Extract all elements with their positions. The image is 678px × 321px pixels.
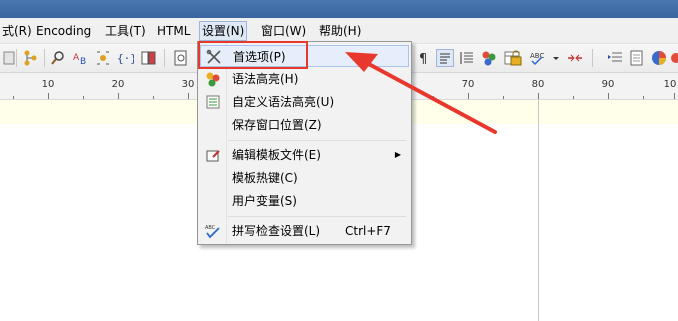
ruler-tick <box>573 96 574 99</box>
toolbar-separator <box>592 49 593 67</box>
menu-item-user-variables[interactable]: 用户变量(S) <box>200 190 409 212</box>
menu-item-edit-template[interactable]: 编辑模板文件(E) ▶ <box>200 144 409 166</box>
menu-tools[interactable]: 工具(T) <box>103 22 148 40</box>
svg-text:B: B <box>80 57 86 67</box>
menu-item-label: 保存窗口位置(Z) <box>232 118 322 132</box>
ruler-tick <box>118 93 119 99</box>
settings-dropdown-menu: 首选项(P) 语法高亮(H) 自定义语法高亮(U) 保存窗口位置(Z) 编辑模板… <box>197 41 412 245</box>
menu-item-custom-syntax-highlight[interactable]: 自定义语法高亮(U) <box>200 91 409 113</box>
window-title-bar <box>0 0 678 18</box>
ruler-tick <box>503 96 504 99</box>
tree-icon[interactable] <box>22 49 40 67</box>
menu-item-syntax-highlight[interactable]: 语法高亮(H) <box>200 68 409 90</box>
ruler-tick <box>433 96 434 99</box>
edit-template-icon <box>205 147 221 163</box>
svg-text:A: A <box>73 53 80 63</box>
color-wheel-icon[interactable] <box>650 49 668 67</box>
menu-item-label: 自定义语法高亮(U) <box>232 95 335 109</box>
ruler-tick <box>674 93 675 99</box>
menu-separator <box>228 140 406 141</box>
svg-text:¶: ¶ <box>419 52 427 67</box>
ruler-tick <box>153 96 154 99</box>
svg-text:{·}: {·} <box>117 52 134 65</box>
menu-item-label: 用户变量(S) <box>232 194 297 208</box>
line-numbers-icon[interactable] <box>458 49 476 67</box>
menu-format[interactable]: 式(R) <box>0 22 34 40</box>
menu-separator <box>228 216 406 217</box>
ruler-label: 30 <box>181 79 195 90</box>
menu-item-spell-check-settings[interactable]: ABC 拼写检查设置(L) Ctrl+F7 <box>200 220 409 242</box>
lock-icon[interactable] <box>507 49 525 67</box>
ruler-tick <box>608 93 609 99</box>
ruler-tick <box>643 96 644 99</box>
submenu-arrow-icon: ▶ <box>394 150 401 159</box>
ruler-tick <box>48 93 49 99</box>
menu-window[interactable]: 窗口(W) <box>259 22 308 40</box>
spell-check-icon[interactable]: ABC <box>529 49 547 67</box>
ruler-label: 70 <box>461 79 475 90</box>
find-in-files-icon[interactable] <box>94 49 112 67</box>
ruler-tick <box>188 93 189 99</box>
menu-item-label: 拼写检查设置(L) <box>232 224 321 238</box>
menu-settings[interactable]: 设置(N) <box>199 21 248 41</box>
menu-help[interactable]: 帮助(H) <box>317 22 363 40</box>
custom-syntax-icon <box>205 94 221 110</box>
wrap-text-icon[interactable] <box>436 49 454 67</box>
ruler-tick <box>538 93 539 99</box>
columns-icon[interactable] <box>140 49 158 67</box>
replace-icon[interactable]: AB <box>72 49 90 67</box>
document-list-icon[interactable] <box>628 49 646 67</box>
svg-text:ABC: ABC <box>205 225 216 231</box>
toolbar-separator <box>16 49 17 67</box>
toolbar-separator <box>44 49 45 67</box>
ruler-label: 20 <box>111 79 125 90</box>
ruler-tick <box>468 93 469 99</box>
menu-item-template-hotkeys[interactable]: 模板热键(C) <box>200 167 409 189</box>
svg-text:ABC: ABC <box>530 52 544 60</box>
ruler-tick <box>13 96 14 99</box>
menu-encoding[interactable]: Encoding <box>34 22 93 40</box>
arrows-icon[interactable] <box>566 49 584 67</box>
menu-item-shortcut: Ctrl+F7 <box>345 224 391 238</box>
annotation-highlight-box <box>198 41 308 69</box>
menu-html[interactable]: HTML <box>155 22 192 40</box>
braces-icon[interactable]: {·} <box>116 49 137 67</box>
syntax-highlight-icon <box>205 71 221 87</box>
ruler-label: 80 <box>531 79 545 90</box>
ruler-tick <box>83 96 84 99</box>
ruler-label: 10 <box>663 79 677 90</box>
menu-item-label: 编辑模板文件(E) <box>232 148 321 162</box>
toolbar-edge-icon[interactable] <box>2 49 20 67</box>
menu-item-save-window-position[interactable]: 保存窗口位置(Z) <box>200 114 409 136</box>
highlight-icon[interactable] <box>480 49 498 67</box>
find-icon[interactable] <box>50 49 68 67</box>
menu-item-label: 语法高亮(H) <box>232 72 299 86</box>
toolbar-separator <box>164 49 165 67</box>
spell-check-icon: ABC <box>205 223 221 239</box>
palette-icon[interactable] <box>670 49 678 67</box>
indent-icon[interactable] <box>606 49 624 67</box>
menu-item-label: 模板热键(C) <box>232 171 298 185</box>
ruler-label: 10 <box>41 79 55 90</box>
chevron-down-icon[interactable] <box>551 49 561 67</box>
pilcrow-icon[interactable]: ¶ <box>415 49 433 67</box>
page-preview-icon[interactable] <box>172 49 190 67</box>
ruler-label: 90 <box>601 79 615 90</box>
